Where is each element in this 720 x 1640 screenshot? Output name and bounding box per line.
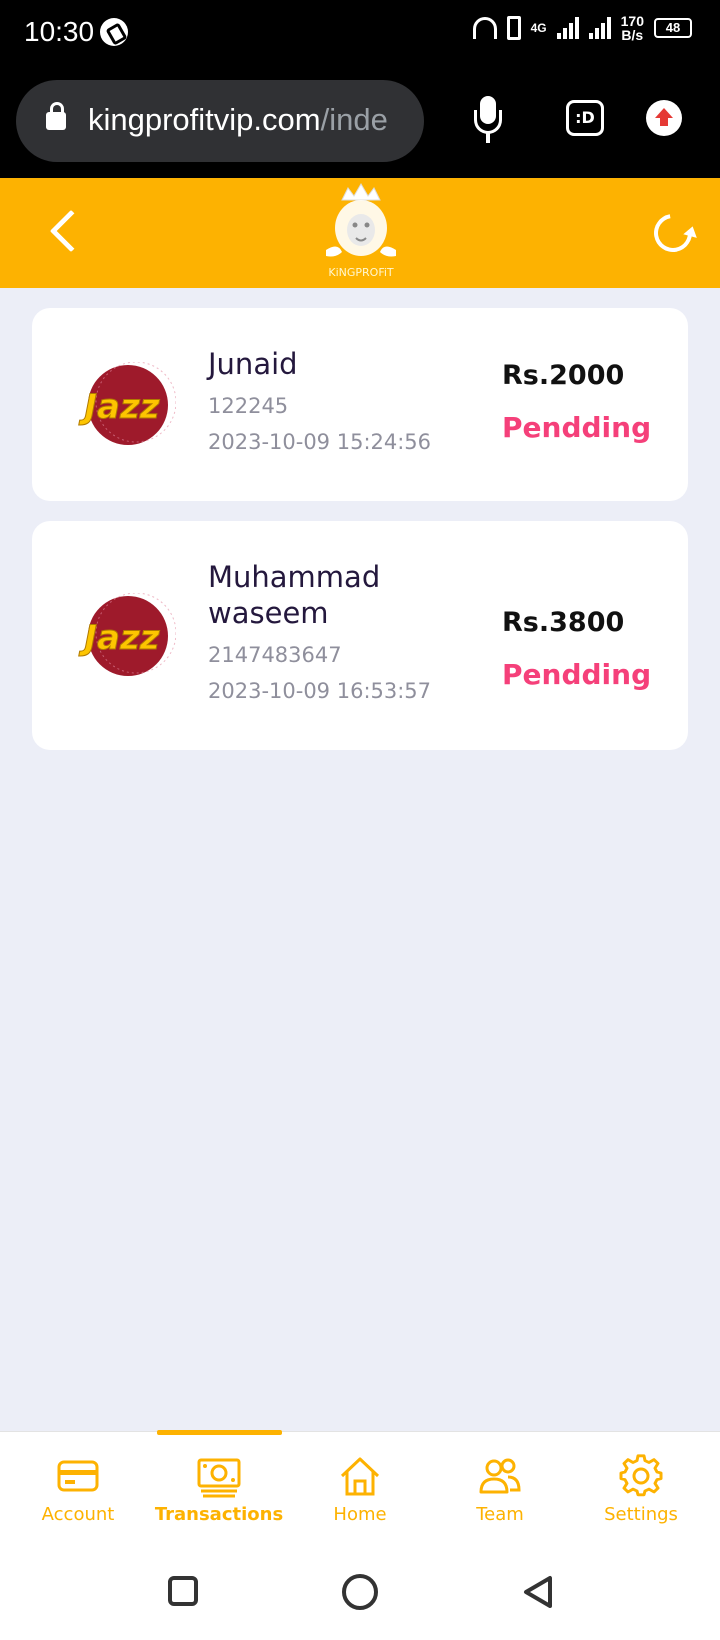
tab-settings-label: Settings [604,1504,678,1525]
status-badge: Pendding [502,658,652,691]
net-speed-unit: B/s [621,27,644,43]
transaction-info: Muhammad waseem 2147483647 2023-10-09 16… [208,559,468,709]
status-badge: Pendding [502,411,652,444]
update-icon[interactable] [646,100,682,136]
kingprofit-logo: KiNGPROFiT [326,183,396,279]
card-icon [57,1460,99,1492]
url-path: /inde [320,102,388,137]
status-icons: 4G 170 B/s 48 [472,14,692,42]
transaction-name: Junaid [208,347,298,381]
url-domain: kingprofitvip.com [88,102,321,137]
url-bar[interactable]: kingprofitvip.com/inde [16,80,424,162]
signal-icon-2 [588,17,611,39]
transaction-card[interactable]: Jazz Junaid 122245 2023-10-09 15:24:56 R… [32,308,688,501]
whatsapp-notification-icon [100,18,128,46]
transaction-number: 2147483647 [208,643,342,667]
network-type: 4G [530,21,547,35]
transaction-name: Muhammad waseem [208,560,381,630]
home-icon [340,1457,380,1496]
status-time: 10:30 [24,16,95,47]
status-bar: 10:30 4G 170 B/s 48 [0,0,720,64]
jazz-logo-text: Jazz [78,387,159,427]
refresh-icon[interactable] [646,206,700,260]
transaction-amount: Rs.2000 [502,360,625,391]
microphone-icon[interactable] [474,96,502,148]
home-button[interactable] [342,1574,378,1610]
jazz-logo-icon: Jazz [78,362,176,445]
net-speed: 170 B/s [621,14,644,42]
transaction-number: 122245 [208,394,289,418]
app-header: KiNGPROFiT [0,178,720,288]
tab-team-label: Team [476,1504,524,1525]
system-nav-bar [0,1544,720,1640]
tab-account[interactable]: Account [6,1432,150,1545]
tab-transactions[interactable]: Transactions [147,1432,291,1545]
bottom-nav: Account Transactions Home Team Settings [0,1430,720,1545]
transaction-date: 2023-10-09 15:24:56 [208,430,432,454]
transaction-summary: Rs.2000 Pendding [502,358,682,446]
back-button[interactable] [520,1574,556,1610]
browser-toolbar: kingprofitvip.com/inde :D [0,64,720,178]
jazz-logo-text: Jazz [78,618,159,658]
transaction-date: 2023-10-09 16:53:57 [208,679,432,703]
tab-settings[interactable]: Settings [569,1432,713,1545]
logo-text: KiNGPROFiT [328,266,394,279]
transaction-info: Junaid 122245 2023-10-09 15:24:56 [208,346,468,460]
vibrate-icon [506,16,521,40]
lock-icon [46,102,66,130]
tab-transactions-label: Transactions [154,1504,284,1525]
tabs-button[interactable]: :D [566,100,604,136]
transaction-card[interactable]: Jazz Muhammad waseem 2147483647 2023-10-… [32,521,688,750]
transaction-summary: Rs.3800 Pendding [502,605,682,693]
tab-home[interactable]: Home [288,1432,432,1545]
team-icon [479,1458,521,1494]
tab-account-label: Account [41,1504,115,1525]
signal-icon [556,17,579,39]
back-icon[interactable] [49,209,93,253]
gear-icon [619,1454,663,1497]
cash-icon [197,1458,241,1498]
tab-team[interactable]: Team [428,1432,572,1545]
url-text[interactable]: kingprofitvip.com/inde [88,102,388,138]
transaction-list: Jazz Junaid 122245 2023-10-09 15:24:56 R… [32,308,688,770]
recents-button[interactable] [168,1576,198,1606]
headphone-icon [472,17,497,39]
transaction-amount: Rs.3800 [502,607,625,638]
jazz-logo-icon: Jazz [78,593,176,676]
battery-icon: 48 [654,18,692,38]
tab-home-label: Home [333,1504,387,1525]
